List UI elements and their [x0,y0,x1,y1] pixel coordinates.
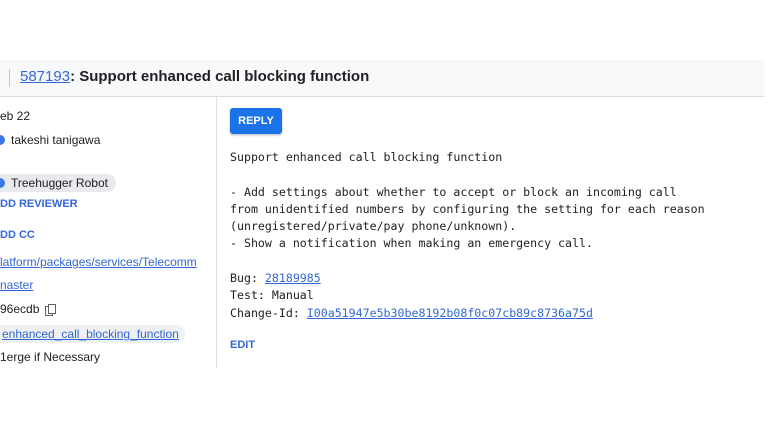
change-id-label: Change-Id: [230,305,307,320]
updated-date: eb 22 [0,109,31,123]
reply-button[interactable]: REPLY [230,108,282,134]
add-cc-button[interactable]: DD CC [0,229,35,241]
edit-button[interactable]: EDIT [230,339,255,351]
change-info-panel: eb 22 takeshi tanigawa Treehugger Robot … [0,97,217,368]
topic-chip[interactable]: enhanced_call_blocking_function [0,325,185,343]
change-number-link[interactable]: 587193 [20,68,70,85]
submit-type: 1erge if Necessary [0,350,101,364]
add-reviewer-button[interactable]: DD REVIEWER [0,198,78,210]
topic-link[interactable]: enhanced_call_blocking_function [2,327,179,341]
commit-hash: 96ecdb [0,302,40,316]
commit-message: Support enhanced call blocking function … [230,149,705,322]
copy-icon[interactable] [45,304,57,316]
bug-label: Bug: [230,271,265,286]
message-body: Support enhanced call blocking function … [230,150,705,251]
test-line: Test: Manual [230,288,314,303]
bug-link[interactable]: 28189985 [265,271,321,285]
owner-name: takeshi tanigawa [11,133,101,147]
owner-avatar [0,135,5,145]
repo-link[interactable]: latform/packages/services/Telecomm [0,255,197,269]
owner-row[interactable]: takeshi tanigawa [0,133,100,147]
reviewer-name: Treehugger Robot [11,176,108,190]
gerrit-change-view: 587193: Support enhanced call blocking f… [0,60,764,368]
change-subject: : Support enhanced call blocking functio… [70,68,370,85]
reviewer-avatar [0,178,5,188]
page-title: 587193: Support enhanced call blocking f… [20,68,369,85]
change-header: 587193: Support enhanced call blocking f… [0,60,764,97]
commit-row: 96ecdb [0,302,57,316]
commit-message-panel: REPLY Support enhanced call blocking fun… [217,97,764,368]
change-id-link[interactable]: I00a51947e5b30be8192b08f0c07cb89c8736a75… [307,306,593,320]
branch-link[interactable]: naster [0,278,33,292]
reviewer-chip[interactable]: Treehugger Robot [0,174,116,192]
header-divider [9,69,10,87]
